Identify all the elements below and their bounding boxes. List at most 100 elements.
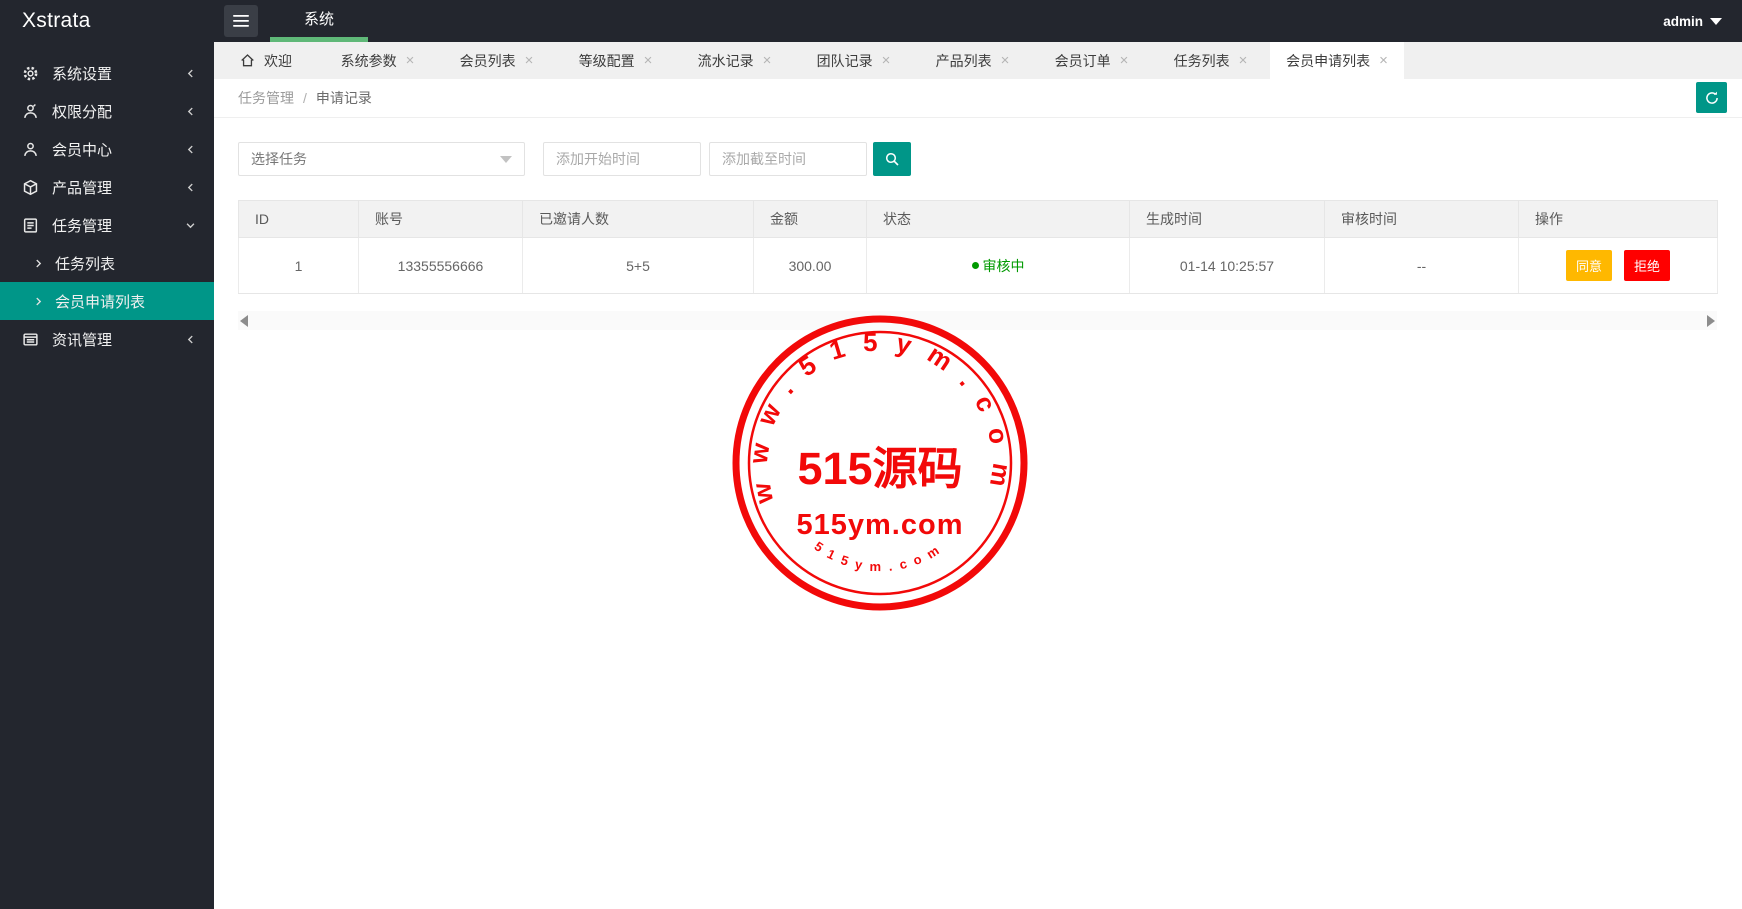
stamp-title: 515源码 — [797, 443, 962, 494]
reject-button[interactable]: 拒绝 — [1623, 250, 1670, 281]
task-select[interactable]: 选择任务 — [238, 142, 525, 176]
caret-down-icon — [500, 155, 512, 163]
close-icon[interactable]: × — [763, 53, 772, 68]
user-menu[interactable]: admin — [1663, 0, 1722, 42]
close-icon[interactable]: × — [406, 53, 415, 68]
end-time-input[interactable] — [709, 142, 867, 176]
product-icon — [22, 179, 39, 196]
status-text: 审核中 — [982, 257, 1025, 274]
refresh-button[interactable] — [1696, 82, 1727, 113]
col-header-amount: 金额 — [753, 200, 867, 238]
sidebar: Xstrata 系统设置 权限分配 会员中心 产品管理 任务管理 任务列表 会员… — [0, 0, 214, 909]
close-icon[interactable]: × — [1239, 53, 1248, 68]
breadcrumb-parent: 任务管理 — [238, 90, 294, 106]
topnav-tab-system[interactable]: 系统 — [270, 0, 368, 42]
sidebar-item-system-settings[interactable]: 系统设置 — [0, 54, 214, 92]
start-time-input[interactable] — [543, 142, 701, 176]
toolbar-row: 任务管理 / 申请记录 — [214, 79, 1742, 118]
stamp-outer-ring — [732, 315, 1028, 611]
stamp-arc-bottom-text: 515ym.com — [812, 538, 949, 574]
sidebar-item-permissions[interactable]: 权限分配 — [0, 92, 214, 130]
sidebar-subitem-member-apply-list[interactable]: 会员申请列表 — [0, 282, 214, 320]
approve-button[interactable]: 同意 — [1566, 250, 1613, 281]
chevron-left-icon — [185, 68, 196, 79]
tab-label: 会员订单 — [1054, 52, 1111, 69]
tab-system-params[interactable]: 系统参数 × — [318, 42, 437, 79]
sidebar-item-label: 系统设置 — [52, 65, 113, 83]
sidebar-subitem-task-list[interactable]: 任务列表 — [0, 244, 214, 282]
sidebar-item-news-management[interactable]: 资讯管理 — [0, 320, 214, 358]
col-header-invited: 已邀请人数 — [522, 200, 754, 238]
scroll-left-icon[interactable] — [240, 314, 248, 327]
stamp-arc-top-text: www.515ym.com — [743, 327, 1018, 507]
col-header-status: 状态 — [866, 200, 1130, 238]
tab-label: 会员列表 — [459, 52, 516, 69]
tab-flow-records[interactable]: 流水记录 × — [675, 42, 794, 79]
open-tabs-bar: 欢迎 系统参数 × 会员列表 × 等级配置 × 流水记录 × 团队记录 × 产品列表 × 会… — [214, 42, 1742, 79]
task-icon — [22, 217, 39, 234]
username: admin — [1663, 13, 1703, 29]
search-button[interactable] — [873, 142, 911, 176]
sidebar-item-task-management[interactable]: 任务管理 — [0, 206, 214, 244]
scroll-right-icon[interactable] — [1707, 314, 1715, 327]
cell-reviewed-time: -- — [1324, 237, 1519, 294]
tab-label: 团队记录 — [816, 52, 873, 69]
sidebar-subitem-label: 会员申请列表 — [55, 293, 146, 311]
cell-created-time: 01-14 10:25:57 — [1129, 237, 1325, 294]
close-icon[interactable]: × — [1120, 53, 1129, 68]
col-header-id: ID — [238, 200, 359, 238]
tab-team-records[interactable]: 团队记录 × — [794, 42, 913, 79]
stamp-subtitle: 515ym.com — [797, 509, 964, 541]
breadcrumb: 任务管理 / 申请记录 — [238, 79, 372, 117]
close-icon[interactable]: × — [882, 53, 891, 68]
search-icon — [885, 152, 899, 166]
sidebar-item-product-management[interactable]: 产品管理 — [0, 168, 214, 206]
refresh-icon — [1705, 91, 1718, 104]
status-dot-icon — [971, 262, 979, 269]
tab-task-list[interactable]: 任务列表 × — [1151, 42, 1270, 79]
tab-label: 系统参数 — [340, 52, 397, 69]
tab-member-orders[interactable]: 会员订单 × — [1032, 42, 1151, 79]
tab-welcome[interactable]: 欢迎 — [214, 42, 318, 79]
chevron-left-icon — [185, 334, 196, 345]
tab-label: 任务列表 — [1173, 52, 1230, 69]
stamp-inner-ring — [747, 330, 1013, 596]
table-row: 1 13355556666 5+5 300.00 审核中 01-14 10:25… — [238, 237, 1718, 294]
close-icon[interactable]: × — [1001, 53, 1010, 68]
tab-member-apply-list-active[interactable]: 会员申请列表 × — [1270, 42, 1404, 79]
sidebar-item-label: 权限分配 — [52, 103, 113, 121]
chevron-right-icon — [33, 258, 44, 269]
chevron-left-icon — [185, 106, 196, 117]
chevron-right-icon — [33, 296, 44, 307]
sidebar-subitem-label: 任务列表 — [55, 255, 116, 273]
cell-status: 审核中 — [866, 237, 1130, 294]
close-icon[interactable]: × — [1379, 53, 1388, 68]
tab-member-list[interactable]: 会员列表 × — [437, 42, 556, 79]
col-header-actions: 操作 — [1518, 200, 1718, 238]
app-logo: Xstrata — [22, 9, 91, 32]
page: Xstrata 系统设置 权限分配 会员中心 产品管理 任务管理 任务列表 会员… — [0, 0, 1742, 909]
close-icon[interactable]: × — [525, 53, 534, 68]
close-icon[interactable]: × — [644, 53, 653, 68]
sidebar-toggle-button[interactable] — [224, 5, 258, 37]
news-icon — [22, 331, 39, 348]
caret-down-icon — [1710, 17, 1722, 25]
sidebar-item-label: 产品管理 — [52, 179, 113, 197]
cell-account: 13355556666 — [358, 237, 523, 294]
horizontal-scrollbar[interactable] — [238, 311, 1717, 330]
cell-amount: 300.00 — [753, 237, 867, 294]
cell-id: 1 — [238, 237, 359, 294]
chevron-down-icon — [185, 220, 196, 231]
tab-label: 等级配置 — [578, 52, 635, 69]
tab-product-list[interactable]: 产品列表 × — [913, 42, 1032, 79]
sidebar-item-label: 资讯管理 — [52, 331, 113, 349]
sidebar-menu: 系统设置 权限分配 会员中心 产品管理 任务管理 任务列表 会员申请列表 资讯管… — [0, 42, 214, 358]
col-header-reviewed: 审核时间 — [1324, 200, 1519, 238]
top-bar: 系统 admin — [214, 0, 1742, 42]
chevron-left-icon — [185, 182, 196, 193]
sidebar-item-label: 会员中心 — [52, 141, 113, 159]
sidebar-item-member-center[interactable]: 会员中心 — [0, 130, 214, 168]
tab-level-config[interactable]: 等级配置 × — [556, 42, 675, 79]
chevron-left-icon — [185, 144, 196, 155]
tab-label: 欢迎 — [264, 52, 292, 69]
